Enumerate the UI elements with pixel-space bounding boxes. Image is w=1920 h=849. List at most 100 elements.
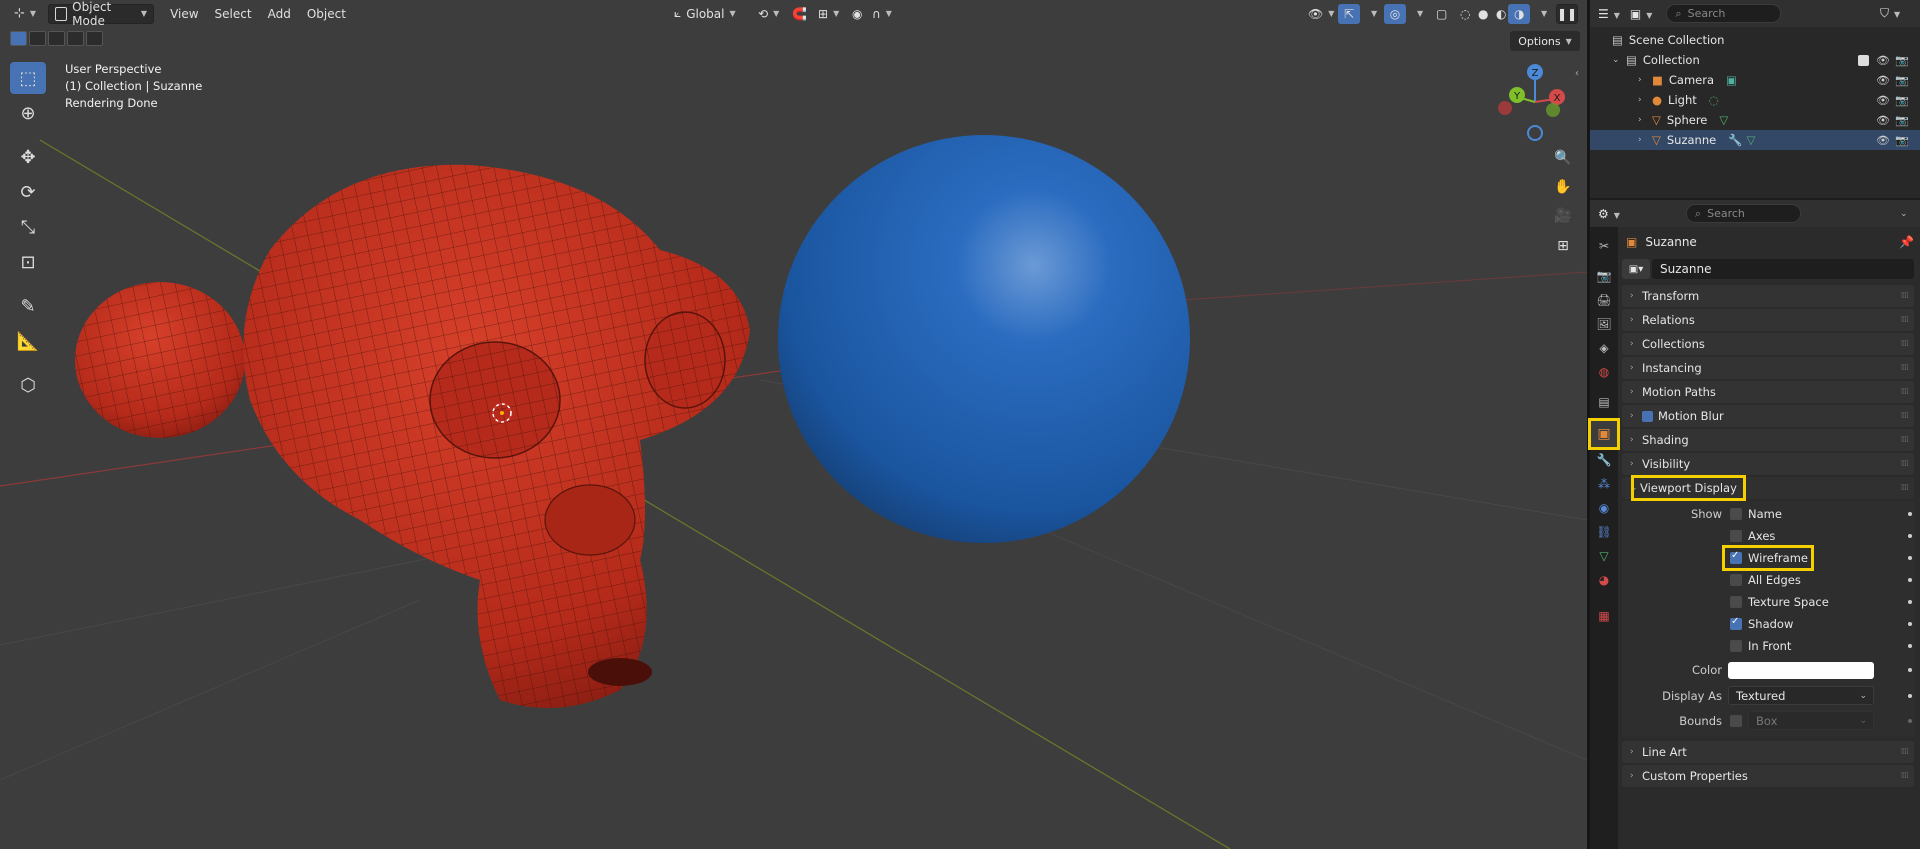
snap-target-dropdown[interactable]: ⊞ ▼ [812,4,845,24]
display-as-dropdown[interactable]: Textured ⌄ [1728,686,1874,705]
select-extend-mode[interactable] [29,31,46,46]
camera-render-icon[interactable]: 📷 [1895,94,1909,107]
drag-handle-icon[interactable]: ⁞⁞⁞⁞ [1901,387,1910,397]
measure-tool[interactable]: 📐 [10,325,46,357]
options-dropdown[interactable]: Options ▼ [1510,31,1580,51]
tool-tab-icon[interactable]: ✂ [1593,235,1615,257]
output-tab-icon[interactable]: 🖨 [1593,289,1615,311]
particles-tab-icon[interactable]: ⁂ [1593,473,1615,495]
gizmo-toggle[interactable]: ⇱ [1338,3,1360,24]
show-name-checkbox[interactable] [1730,508,1742,520]
properties-search-input[interactable]: ⌕ Search [1685,204,1801,223]
outliner-item-sphere[interactable]: › ▽ Sphere ▽ 👁 📷 [1590,110,1920,130]
light-data-icon[interactable]: ◌ [1709,93,1719,107]
transform-orientation-dropdown[interactable]: ⟀ Global ▼ [668,4,742,24]
keyframe-dot-icon[interactable] [1908,668,1912,672]
move-tool[interactable]: ✥ [10,141,46,173]
cursor-tool[interactable]: ⊕ [10,97,46,129]
panel-custom-properties[interactable]: › Custom Properties ⁞⁞⁞⁞ [1622,765,1914,787]
properties-editor-type-button[interactable]: ⚙ ▼ [1598,207,1620,221]
filter-icon[interactable]: ⛉ ▼ [1880,6,1900,21]
camera-render-icon[interactable]: 📷 [1895,134,1909,147]
panel-instancing[interactable]: › Instancing ⁞⁞⁞⁞ [1622,357,1914,379]
outliner-editor-type-button[interactable]: ☰ ▼ [1598,7,1620,21]
camera-view-icon[interactable]: 🎥 [1550,203,1576,229]
camera-render-icon[interactable]: 📷 [1895,114,1909,127]
menu-add[interactable]: Add [260,7,299,21]
snap-toggle[interactable]: 🧲 [786,4,813,24]
exclude-checkbox[interactable] [1858,54,1869,66]
zoom-icon[interactable]: 🔍 [1550,145,1576,171]
drag-handle-icon[interactable]: ⁞⁞⁞⁞ [1901,411,1910,421]
camera-render-icon[interactable]: 📷 [1895,54,1909,67]
overlay-dropdown[interactable]: ▼ [1406,4,1429,24]
editor-type-button[interactable]: ⊹ ▼ [8,4,42,24]
pan-hand-icon[interactable]: ✋ [1550,174,1576,200]
show-axes-checkbox[interactable] [1730,530,1742,542]
expand-icon[interactable]: › [1638,75,1652,85]
keyframe-dot-icon[interactable] [1908,578,1912,582]
show-texture-space-checkbox[interactable] [1730,596,1742,608]
annotate-tool[interactable]: ✎ [10,290,46,322]
camera-data-icon[interactable]: ▣ [1726,73,1737,87]
mesh-data-icon[interactable]: ▽ [1719,113,1728,127]
sidebar-toggle-icon[interactable]: ‹ [1575,68,1579,79]
constraint-tab-icon[interactable]: ⛓ [1593,521,1615,543]
data-tab-icon[interactable]: ▽ [1593,545,1615,567]
outliner-item-light[interactable]: › ● Light ◌ 👁 📷 [1590,90,1920,110]
eye-icon[interactable]: 👁 [1876,54,1890,67]
show-all-edges-checkbox[interactable] [1730,574,1742,586]
drag-handle-icon[interactable]: ⁞⁞⁞⁞ [1901,315,1910,325]
outliner-item-camera[interactable]: › ■ Camera ▣ 👁 📷 [1590,70,1920,90]
drag-handle-icon[interactable]: ⁞⁞⁞⁞ [1901,339,1910,349]
panel-motion-paths[interactable]: › Motion Paths ⁞⁞⁞⁞ [1622,381,1914,403]
motion-blur-checkbox[interactable] [1642,410,1653,422]
camera-render-icon[interactable]: 📷 [1895,74,1909,87]
keyframe-dot-icon[interactable] [1908,512,1912,516]
keyframe-dot-icon[interactable] [1908,718,1912,723]
collection-row[interactable]: ⌄ ▤ Collection 👁 📷 [1590,50,1920,70]
display-mode-dropdown[interactable]: ▣ ▼ [1630,7,1653,21]
outliner-item-suzanne[interactable]: › ▽ Suzanne 🔧 ▽ 👁 📷 [1590,130,1920,150]
render-tab-icon[interactable]: 📷 [1593,265,1615,287]
chevron-down-icon[interactable]: ⌄ [1900,209,1908,219]
scale-tool[interactable]: ⤡ [10,211,46,243]
collection-tab-icon[interactable]: ▤ [1593,391,1615,413]
drag-handle-icon[interactable]: ⁞⁞⁞⁞ [1901,363,1910,373]
drag-handle-icon[interactable]: ⁞⁞⁞⁞ [1901,291,1910,301]
overlay-toggle[interactable]: ◎ [1384,3,1406,24]
select-box-tool[interactable]: ⬚ [10,62,46,94]
ortho-grid-icon[interactable]: ⊞ [1550,233,1576,259]
keyframe-dot-icon[interactable] [1908,622,1912,626]
panel-relations[interactable]: › Relations ⁞⁞⁞⁞ [1622,309,1914,331]
menu-select[interactable]: Select [207,7,260,21]
material-tab-icon[interactable]: ◕ [1593,569,1615,591]
show-shadow-checkbox[interactable] [1730,616,1742,630]
eye-icon[interactable]: 👁 [1876,74,1890,87]
drag-handle-icon[interactable]: ⁞⁞⁞⁞ [1901,747,1910,757]
shading-dropdown[interactable]: ▼ [1530,4,1553,24]
drag-handle-icon[interactable]: ⁞⁞⁞⁞ [1901,483,1910,493]
object-tab-icon[interactable]: ▣ [1588,418,1620,450]
select-subtract-mode[interactable] [48,31,65,46]
bounds-type-dropdown[interactable]: Box ⌄ [1748,711,1874,730]
expand-icon[interactable]: › [1638,135,1652,145]
expand-collection-icon[interactable]: ⌄ [1612,55,1626,65]
show-wireframe-checkbox[interactable] [1730,550,1742,564]
gizmo-dropdown[interactable]: ▼ [1360,4,1383,24]
object-name-field[interactable]: Suzanne [1652,259,1914,279]
scene-collection-row[interactable]: ▤ Scene Collection [1590,30,1920,50]
panel-visibility[interactable]: › Visibility ⁞⁞⁞⁞ [1622,453,1914,475]
navigation-gizmo[interactable]: Z Y X [1495,62,1575,142]
color-swatch[interactable] [1728,661,1874,679]
texture-tab-icon[interactable]: ▦ [1593,605,1615,627]
3d-viewport[interactable]: ⊹ ▼ Object Mode ▼ View Select Add Object … [0,0,1587,849]
object-data-dropdown[interactable]: ▣▾ [1622,259,1650,279]
view-layer-tab-icon[interactable]: 🖼 [1593,313,1615,335]
pause-render-button[interactable]: ❚❚ [1556,3,1578,24]
select-intersect-mode[interactable] [86,31,103,46]
drag-handle-icon[interactable]: ⁞⁞⁞⁞ [1901,435,1910,445]
mesh-data-icon[interactable]: ▽ [1747,133,1756,147]
visibility-dropdown[interactable]: 👁 ▼ [1302,4,1340,24]
panel-motion-blur[interactable]: › Motion Blur ⁞⁞⁞⁞ [1622,405,1914,427]
